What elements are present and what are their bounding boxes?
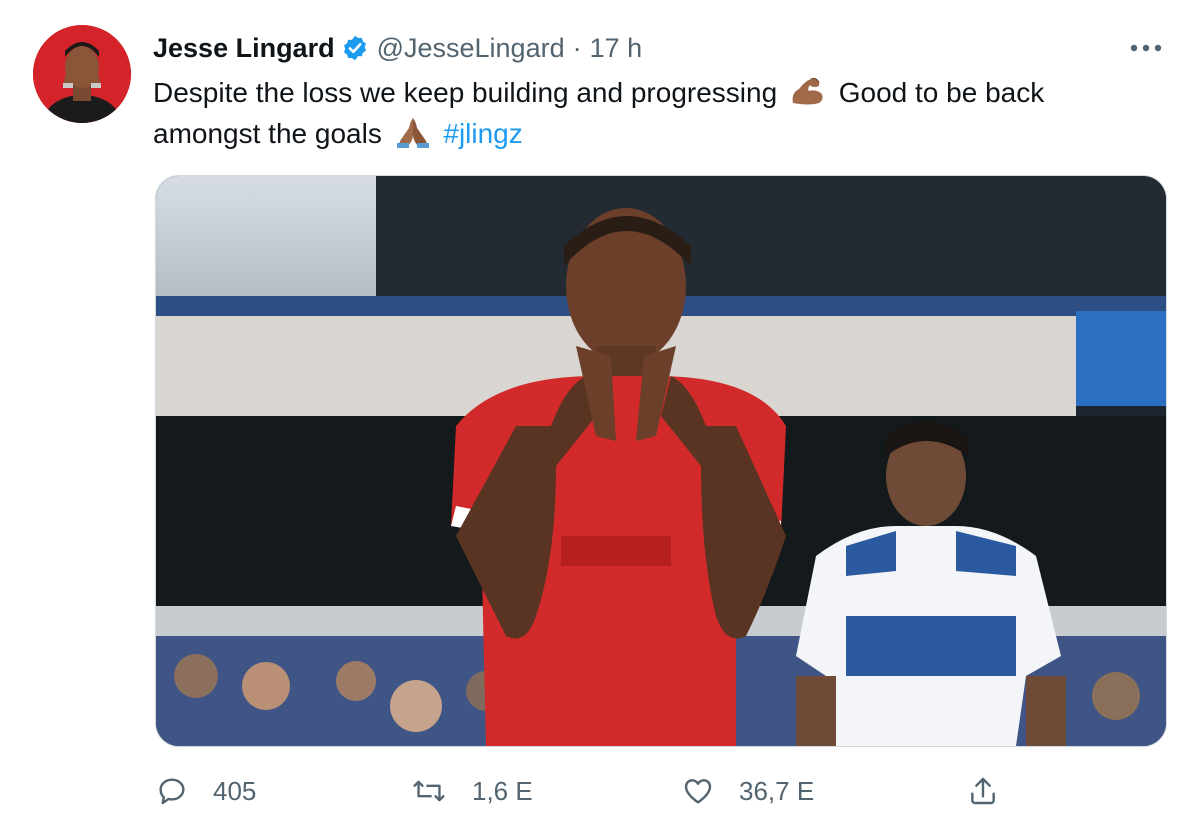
tweet-text-part1: Despite the loss we keep building and pr… xyxy=(153,77,778,108)
separator-dot: · xyxy=(572,32,582,63)
avatar[interactable] xyxy=(33,25,131,123)
share-action[interactable] xyxy=(966,766,1000,816)
like-action[interactable]: 36,7 E xyxy=(681,766,814,816)
like-icon[interactable] xyxy=(681,774,715,808)
more-icon[interactable] xyxy=(1124,30,1168,66)
hashtag-link[interactable]: #jlingz xyxy=(443,118,522,149)
author-handle[interactable]: @JesseLingard xyxy=(377,33,565,64)
tweet[interactable]: Jesse Lingard @JesseLingard · 17 h Despi… xyxy=(0,0,1200,834)
folded-hands-icon xyxy=(394,116,432,148)
tweet-header: Jesse Lingard @JesseLingard · 17 h xyxy=(153,30,642,66)
retweet-icon[interactable] xyxy=(412,774,446,808)
retweet-count: 1,6 E xyxy=(472,775,533,806)
tweet-timestamp[interactable]: 17 h xyxy=(590,33,643,64)
flexed-biceps-icon xyxy=(789,75,827,105)
tweet-actions: 405 1,6 E 36,7 E xyxy=(0,766,1200,816)
reply-count: 405 xyxy=(213,775,257,806)
tweet-text: Despite the loss we keep building and pr… xyxy=(153,72,1153,154)
share-icon[interactable] xyxy=(966,774,1000,808)
reply-action[interactable]: 405 xyxy=(155,766,256,816)
verified-badge-icon xyxy=(341,34,369,62)
reply-icon[interactable] xyxy=(155,774,189,808)
author-name[interactable]: Jesse Lingard xyxy=(153,33,335,64)
like-count: 36,7 E xyxy=(739,775,815,806)
retweet-action[interactable]: 1,6 E xyxy=(412,766,533,816)
tweet-photo[interactable] xyxy=(155,175,1167,747)
